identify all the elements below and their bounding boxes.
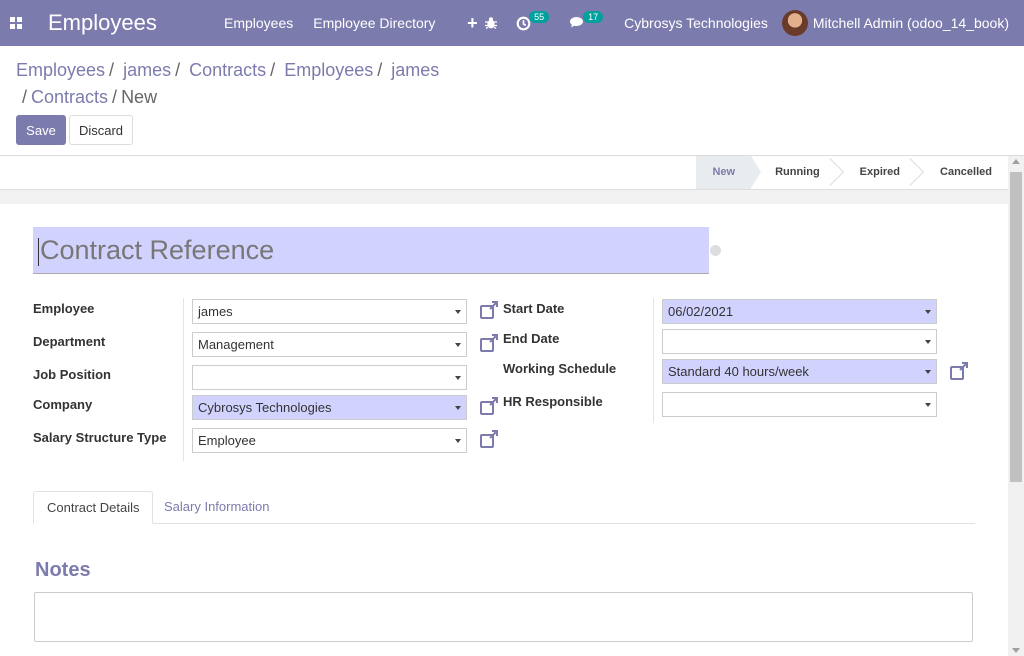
breadcrumb-contracts[interactable]: Contracts [31, 87, 108, 107]
contract-reference-input[interactable]: Contract Reference [33, 227, 709, 274]
nav-menu: Employees Employee Directory [214, 15, 445, 31]
department-label: Department [33, 334, 106, 349]
start-date-value: 06/02/2021 [668, 304, 734, 319]
systray: 55 17 Cybrosys Technologies Mitchell Adm… [475, 0, 1024, 46]
salary-structure-type-label: Salary Structure Type [33, 430, 167, 445]
app-title[interactable]: Employees [48, 10, 198, 36]
chevron-down-icon [925, 340, 931, 344]
working-schedule-value: Standard 40 hours/week [668, 364, 809, 379]
tab-salary-information[interactable]: Salary Information [151, 491, 283, 524]
activity-clock-icon[interactable]: 55 [516, 11, 551, 31]
stage-expired-label: Expired [859, 166, 901, 178]
job-position-label: Job Position [33, 367, 111, 382]
scroll-up-icon[interactable] [1012, 159, 1020, 164]
menu-employee-directory[interactable]: Employee Directory [303, 15, 445, 31]
chevron-down-icon [455, 439, 461, 443]
messages-icon[interactable]: 17 [569, 11, 605, 30]
stage-running-label: Running [775, 166, 820, 178]
scroll-down-icon[interactable] [1012, 648, 1020, 653]
stage-cancelled[interactable]: Cancelled [916, 156, 1008, 189]
stage-running[interactable]: Running [751, 156, 844, 189]
sheet-background [0, 190, 1008, 204]
user-name: Mitchell Admin (odoo_14_book) [812, 15, 1009, 31]
external-link-icon[interactable] [949, 362, 969, 382]
tab-contract-details[interactable]: Contract Details [33, 491, 154, 524]
avatar [781, 10, 808, 36]
external-link-icon[interactable] [479, 430, 499, 450]
department-value: Management [198, 337, 274, 352]
status-bar: New Running Expired Cancelled [0, 156, 1008, 190]
contract-reference-placeholder: Contract Reference [40, 235, 275, 265]
end-date-field[interactable] [662, 329, 937, 354]
start-date-label: Start Date [503, 301, 565, 316]
company-field[interactable]: Cybrosys Technologies [192, 395, 467, 420]
department-field[interactable]: Management [192, 332, 467, 357]
breadcrumb-james[interactable]: james [123, 60, 171, 80]
salary-structure-type-field[interactable]: Employee [192, 428, 467, 453]
breadcrumb-current: New [121, 87, 158, 107]
scrollbar[interactable] [1008, 156, 1024, 656]
priority-dot-icon[interactable] [710, 245, 721, 256]
chevron-down-icon [455, 343, 461, 347]
company-label: Company [33, 397, 93, 412]
salary-structure-type-value: Employee [198, 433, 256, 448]
breadcrumb-employees[interactable]: Employees [16, 60, 105, 80]
form-sheet: Contract Reference Employee Department J… [0, 204, 1008, 656]
company-switcher[interactable]: Cybrosys Technologies [624, 15, 768, 31]
notes-title: Notes [35, 559, 91, 581]
activity-count-badge: 55 [529, 11, 550, 23]
external-link-icon[interactable] [479, 301, 499, 321]
employee-field[interactable]: james [192, 299, 467, 324]
external-link-icon[interactable] [479, 334, 499, 354]
notebook-tabs: Contract Details Salary Information [33, 491, 975, 524]
employee-value: james [198, 304, 233, 319]
stage-expired[interactable]: Expired [836, 156, 925, 189]
left-separator [183, 298, 184, 461]
working-schedule-label: Working Schedule [503, 361, 617, 376]
user-menu[interactable]: Mitchell Admin (odoo_14_book) [781, 10, 1009, 36]
bug-icon[interactable] [484, 16, 498, 30]
chevron-down-icon [455, 376, 461, 380]
breadcrumb: Employees / james / Contracts / Employees / … [16, 60, 440, 107]
working-schedule-field[interactable]: Standard 40 hours/week [662, 359, 937, 384]
start-date-field[interactable]: 06/02/2021 [662, 299, 937, 324]
end-date-label: End Date [503, 331, 560, 346]
right-separator [653, 298, 654, 423]
company-value: Cybrosys Technologies [198, 400, 332, 415]
scrollbar-thumb[interactable] [1010, 172, 1022, 482]
discard-button[interactable]: Discard [69, 115, 133, 145]
chevron-down-icon [455, 406, 461, 410]
hr-responsible-field[interactable] [662, 392, 937, 417]
chevron-down-icon [925, 310, 931, 314]
messages-count-badge: 17 [583, 11, 604, 23]
chevron-down-icon [455, 310, 461, 314]
stage-pipeline: New Running Expired Cancelled [696, 156, 1008, 189]
job-position-field[interactable] [192, 365, 467, 390]
save-button[interactable]: Save [16, 115, 66, 145]
stage-new[interactable]: New [696, 156, 761, 189]
chevron-down-icon [925, 370, 931, 374]
apps-menu-icon[interactable] [0, 0, 32, 46]
chevron-down-icon [925, 403, 931, 407]
employee-label: Employee [33, 301, 95, 316]
breadcrumb-employees[interactable]: Employees [284, 60, 373, 80]
breadcrumb-james[interactable]: james [391, 60, 439, 80]
hr-responsible-label: HR Responsible [503, 394, 603, 409]
top-navbar: Employees Employees Employee Directory +… [0, 0, 1024, 46]
menu-employees[interactable]: Employees [214, 15, 303, 31]
external-link-icon[interactable] [479, 397, 499, 417]
breadcrumb-contracts[interactable]: Contracts [189, 60, 266, 80]
notes-textarea[interactable] [34, 592, 973, 642]
